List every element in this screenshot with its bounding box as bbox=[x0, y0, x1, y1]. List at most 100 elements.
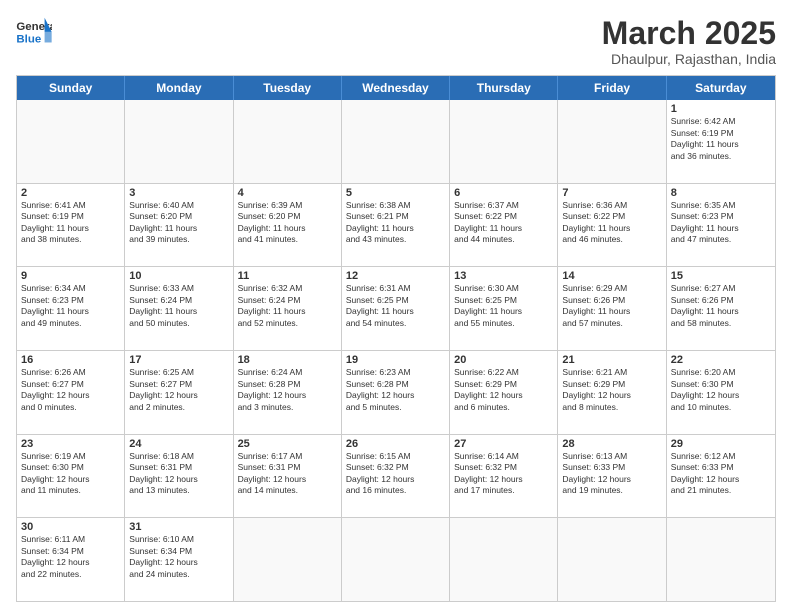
day-number: 18 bbox=[238, 354, 337, 366]
empty-cell bbox=[17, 100, 125, 183]
day-number: 21 bbox=[562, 354, 661, 366]
day-info: Sunrise: 6:39 AM Sunset: 6:20 PM Dayligh… bbox=[238, 200, 337, 246]
calendar-row: 23Sunrise: 6:19 AM Sunset: 6:30 PM Dayli… bbox=[17, 434, 775, 518]
empty-cell bbox=[450, 518, 558, 601]
day-cell-1: 1Sunrise: 6:42 AM Sunset: 6:19 PM Daylig… bbox=[667, 100, 775, 183]
day-info: Sunrise: 6:31 AM Sunset: 6:25 PM Dayligh… bbox=[346, 283, 445, 329]
day-info: Sunrise: 6:21 AM Sunset: 6:29 PM Dayligh… bbox=[562, 367, 661, 413]
weekday-header-tuesday: Tuesday bbox=[234, 76, 342, 100]
day-info: Sunrise: 6:13 AM Sunset: 6:33 PM Dayligh… bbox=[562, 451, 661, 497]
subtitle: Dhaulpur, Rajasthan, India bbox=[602, 51, 776, 67]
day-cell-29: 29Sunrise: 6:12 AM Sunset: 6:33 PM Dayli… bbox=[667, 435, 775, 518]
day-number: 7 bbox=[562, 187, 661, 199]
day-cell-13: 13Sunrise: 6:30 AM Sunset: 6:25 PM Dayli… bbox=[450, 267, 558, 350]
empty-cell bbox=[234, 100, 342, 183]
day-number: 17 bbox=[129, 354, 228, 366]
day-number: 26 bbox=[346, 438, 445, 450]
day-number: 2 bbox=[21, 187, 120, 199]
day-number: 31 bbox=[129, 521, 228, 533]
day-info: Sunrise: 6:18 AM Sunset: 6:31 PM Dayligh… bbox=[129, 451, 228, 497]
day-info: Sunrise: 6:38 AM Sunset: 6:21 PM Dayligh… bbox=[346, 200, 445, 246]
weekday-header-friday: Friday bbox=[558, 76, 666, 100]
title-block: March 2025 Dhaulpur, Rajasthan, India bbox=[602, 16, 776, 67]
day-cell-30: 30Sunrise: 6:11 AM Sunset: 6:34 PM Dayli… bbox=[17, 518, 125, 601]
logo-icon: General Blue bbox=[16, 16, 52, 46]
day-cell-23: 23Sunrise: 6:19 AM Sunset: 6:30 PM Dayli… bbox=[17, 435, 125, 518]
day-info: Sunrise: 6:36 AM Sunset: 6:22 PM Dayligh… bbox=[562, 200, 661, 246]
day-number: 8 bbox=[671, 187, 771, 199]
day-info: Sunrise: 6:22 AM Sunset: 6:29 PM Dayligh… bbox=[454, 367, 553, 413]
day-number: 10 bbox=[129, 270, 228, 282]
day-info: Sunrise: 6:15 AM Sunset: 6:32 PM Dayligh… bbox=[346, 451, 445, 497]
weekday-header-saturday: Saturday bbox=[667, 76, 775, 100]
day-info: Sunrise: 6:41 AM Sunset: 6:19 PM Dayligh… bbox=[21, 200, 120, 246]
day-number: 9 bbox=[21, 270, 120, 282]
day-number: 24 bbox=[129, 438, 228, 450]
day-number: 3 bbox=[129, 187, 228, 199]
day-info: Sunrise: 6:23 AM Sunset: 6:28 PM Dayligh… bbox=[346, 367, 445, 413]
day-cell-10: 10Sunrise: 6:33 AM Sunset: 6:24 PM Dayli… bbox=[125, 267, 233, 350]
day-info: Sunrise: 6:14 AM Sunset: 6:32 PM Dayligh… bbox=[454, 451, 553, 497]
day-cell-2: 2Sunrise: 6:41 AM Sunset: 6:19 PM Daylig… bbox=[17, 184, 125, 267]
day-info: Sunrise: 6:17 AM Sunset: 6:31 PM Dayligh… bbox=[238, 451, 337, 497]
day-number: 12 bbox=[346, 270, 445, 282]
day-cell-18: 18Sunrise: 6:24 AM Sunset: 6:28 PM Dayli… bbox=[234, 351, 342, 434]
day-cell-24: 24Sunrise: 6:18 AM Sunset: 6:31 PM Dayli… bbox=[125, 435, 233, 518]
day-info: Sunrise: 6:35 AM Sunset: 6:23 PM Dayligh… bbox=[671, 200, 771, 246]
day-info: Sunrise: 6:10 AM Sunset: 6:34 PM Dayligh… bbox=[129, 534, 228, 580]
weekday-header-thursday: Thursday bbox=[450, 76, 558, 100]
day-number: 1 bbox=[671, 103, 771, 115]
day-cell-16: 16Sunrise: 6:26 AM Sunset: 6:27 PM Dayli… bbox=[17, 351, 125, 434]
day-info: Sunrise: 6:19 AM Sunset: 6:30 PM Dayligh… bbox=[21, 451, 120, 497]
day-number: 28 bbox=[562, 438, 661, 450]
empty-cell bbox=[667, 518, 775, 601]
day-number: 29 bbox=[671, 438, 771, 450]
empty-cell bbox=[234, 518, 342, 601]
day-cell-27: 27Sunrise: 6:14 AM Sunset: 6:32 PM Dayli… bbox=[450, 435, 558, 518]
day-info: Sunrise: 6:33 AM Sunset: 6:24 PM Dayligh… bbox=[129, 283, 228, 329]
day-info: Sunrise: 6:20 AM Sunset: 6:30 PM Dayligh… bbox=[671, 367, 771, 413]
day-info: Sunrise: 6:27 AM Sunset: 6:26 PM Dayligh… bbox=[671, 283, 771, 329]
day-info: Sunrise: 6:25 AM Sunset: 6:27 PM Dayligh… bbox=[129, 367, 228, 413]
day-cell-4: 4Sunrise: 6:39 AM Sunset: 6:20 PM Daylig… bbox=[234, 184, 342, 267]
day-cell-21: 21Sunrise: 6:21 AM Sunset: 6:29 PM Dayli… bbox=[558, 351, 666, 434]
day-cell-6: 6Sunrise: 6:37 AM Sunset: 6:22 PM Daylig… bbox=[450, 184, 558, 267]
day-cell-25: 25Sunrise: 6:17 AM Sunset: 6:31 PM Dayli… bbox=[234, 435, 342, 518]
calendar-body: 1Sunrise: 6:42 AM Sunset: 6:19 PM Daylig… bbox=[17, 100, 775, 601]
empty-cell bbox=[125, 100, 233, 183]
day-cell-7: 7Sunrise: 6:36 AM Sunset: 6:22 PM Daylig… bbox=[558, 184, 666, 267]
day-number: 16 bbox=[21, 354, 120, 366]
day-number: 14 bbox=[562, 270, 661, 282]
day-info: Sunrise: 6:12 AM Sunset: 6:33 PM Dayligh… bbox=[671, 451, 771, 497]
day-number: 4 bbox=[238, 187, 337, 199]
empty-cell bbox=[558, 100, 666, 183]
day-info: Sunrise: 6:42 AM Sunset: 6:19 PM Dayligh… bbox=[671, 116, 771, 162]
day-cell-31: 31Sunrise: 6:10 AM Sunset: 6:34 PM Dayli… bbox=[125, 518, 233, 601]
day-info: Sunrise: 6:29 AM Sunset: 6:26 PM Dayligh… bbox=[562, 283, 661, 329]
calendar: SundayMondayTuesdayWednesdayThursdayFrid… bbox=[16, 75, 776, 602]
day-number: 5 bbox=[346, 187, 445, 199]
empty-cell bbox=[450, 100, 558, 183]
calendar-row: 1Sunrise: 6:42 AM Sunset: 6:19 PM Daylig… bbox=[17, 100, 775, 183]
day-cell-5: 5Sunrise: 6:38 AM Sunset: 6:21 PM Daylig… bbox=[342, 184, 450, 267]
day-number: 6 bbox=[454, 187, 553, 199]
day-info: Sunrise: 6:32 AM Sunset: 6:24 PM Dayligh… bbox=[238, 283, 337, 329]
logo: General Blue bbox=[16, 16, 52, 46]
day-cell-11: 11Sunrise: 6:32 AM Sunset: 6:24 PM Dayli… bbox=[234, 267, 342, 350]
day-number: 25 bbox=[238, 438, 337, 450]
day-cell-19: 19Sunrise: 6:23 AM Sunset: 6:28 PM Dayli… bbox=[342, 351, 450, 434]
calendar-row: 30Sunrise: 6:11 AM Sunset: 6:34 PM Dayli… bbox=[17, 517, 775, 601]
day-info: Sunrise: 6:40 AM Sunset: 6:20 PM Dayligh… bbox=[129, 200, 228, 246]
day-cell-26: 26Sunrise: 6:15 AM Sunset: 6:32 PM Dayli… bbox=[342, 435, 450, 518]
svg-text:Blue: Blue bbox=[16, 33, 41, 45]
calendar-row: 2Sunrise: 6:41 AM Sunset: 6:19 PM Daylig… bbox=[17, 183, 775, 267]
day-cell-20: 20Sunrise: 6:22 AM Sunset: 6:29 PM Dayli… bbox=[450, 351, 558, 434]
day-number: 30 bbox=[21, 521, 120, 533]
day-cell-15: 15Sunrise: 6:27 AM Sunset: 6:26 PM Dayli… bbox=[667, 267, 775, 350]
day-info: Sunrise: 6:11 AM Sunset: 6:34 PM Dayligh… bbox=[21, 534, 120, 580]
day-cell-9: 9Sunrise: 6:34 AM Sunset: 6:23 PM Daylig… bbox=[17, 267, 125, 350]
header: General Blue March 2025 Dhaulpur, Rajast… bbox=[16, 16, 776, 67]
day-number: 20 bbox=[454, 354, 553, 366]
day-number: 15 bbox=[671, 270, 771, 282]
day-number: 11 bbox=[238, 270, 337, 282]
